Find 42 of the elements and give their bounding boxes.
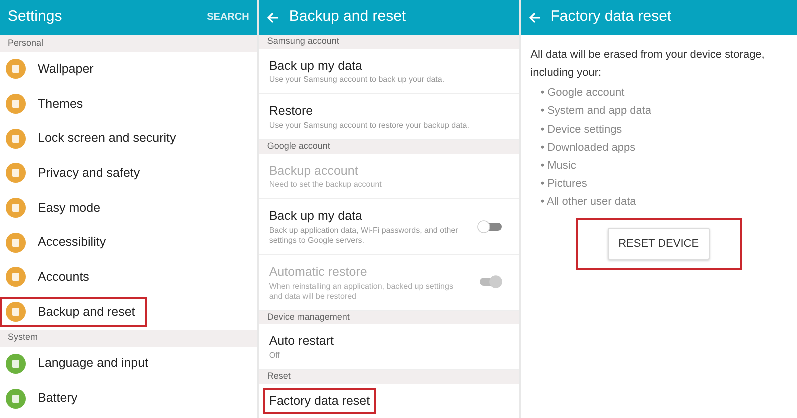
list-item-text: • Device settings [540,122,624,138]
setting-description: Need to set the backup account [269,180,382,190]
settings-item[interactable]: Themes [38,94,84,114]
section-header: Google account [259,140,519,154]
description-text: All data will be erased from your device storage, including your: [530,48,766,81]
settings-item[interactable]: Privacy and safety [38,164,140,183]
section-header: Reset [259,370,519,384]
list-item-text: • All other user data [540,195,638,210]
screen-title: Factory data reset [550,7,672,28]
setting-title[interactable]: Restore [269,102,470,121]
list-item-text: • Pictures [540,177,588,192]
setting-description: Use your Samsung account to back up your data. [269,75,445,86]
section-header: Samsung account [259,35,519,48]
setting-description: Off [269,351,281,361]
settings-item[interactable]: Backup and reset [38,302,136,322]
settings-item[interactable]: Battery [38,389,78,408]
list-item-text: • Downloaded apps [540,140,637,156]
setting-title[interactable]: Back up my data [269,56,445,76]
setting-title[interactable]: Back up my data [269,207,461,226]
settings-item[interactable]: Accessibility [38,233,106,252]
section-header: Personal [0,35,258,52]
list-item-text: • Google account [540,86,626,102]
section-header: Device management [259,310,519,324]
settings-item[interactable]: Language and input [38,354,149,374]
back-arrow-icon[interactable] [267,12,280,24]
setting-description: When reinstalling an application, backed up settings and data will be restored [269,282,454,302]
toggle-switch[interactable] [476,220,503,234]
list-item-text: • System and app data [540,104,653,120]
settings-item[interactable]: Wallpaper [38,60,94,79]
settings-item[interactable]: Accounts [38,268,90,287]
screen-title: Settings [8,7,62,28]
section-header: System [0,330,258,346]
setting-title[interactable]: Auto restart [269,332,334,351]
setting-title[interactable]: Factory data reset [269,392,370,410]
setting-description: Use your Samsung account to restore your backup data. [269,121,470,131]
back-arrow-icon[interactable] [528,12,541,24]
settings-item[interactable]: Lock screen and security [38,129,176,148]
reset-device-button[interactable]: RESET DEVICE [608,228,710,260]
list-item-text: • Music [540,159,578,174]
screen-title: Backup and reset [289,7,406,28]
setting-description: Back up application data, Wi-Fi passwords, and other settings to Google servers. [269,226,460,246]
settings-item[interactable]: Easy mode [38,198,101,218]
